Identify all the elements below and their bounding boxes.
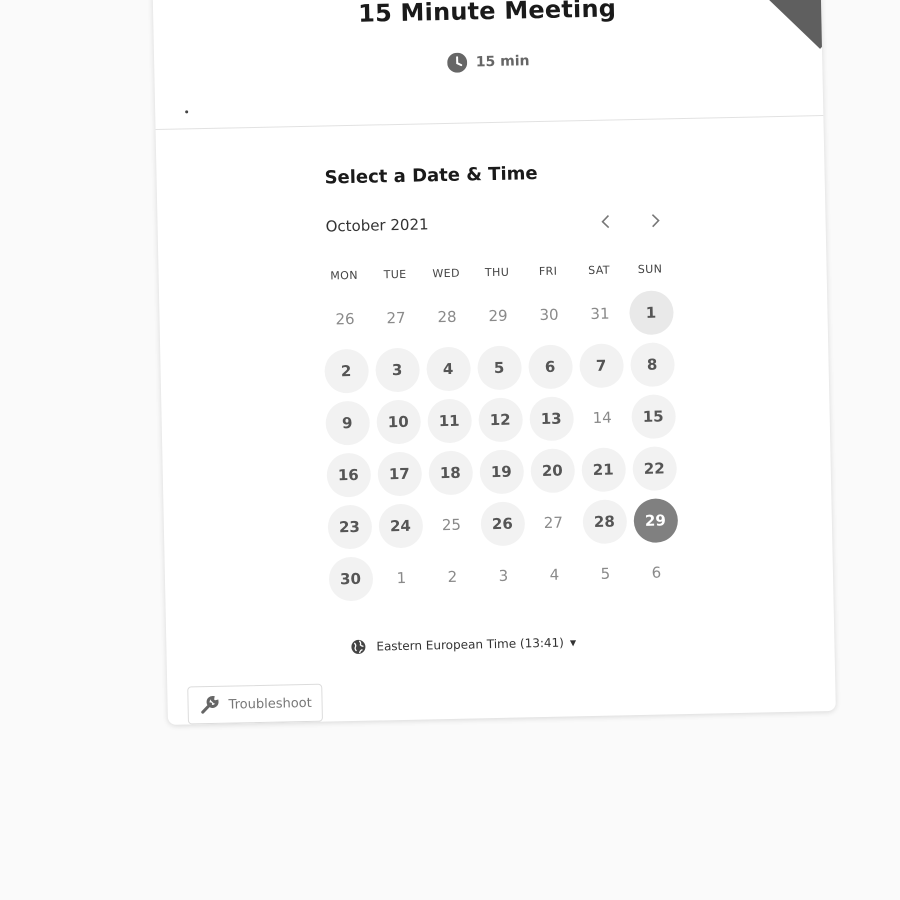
day-button[interactable]: 19	[478, 449, 524, 495]
event-duration: 15 min	[154, 45, 822, 79]
globe-icon	[351, 639, 366, 654]
chevron-right-icon	[651, 214, 660, 228]
day-button[interactable]: 4	[425, 346, 471, 392]
day-button[interactable]: 9	[324, 400, 370, 446]
day-button[interactable]: 13	[528, 396, 574, 442]
day-button[interactable]: 17	[376, 451, 422, 497]
day-button[interactable]: 21	[580, 447, 626, 493]
other-month-day: 2	[447, 567, 458, 587]
day-button[interactable]: 3	[374, 347, 420, 393]
header-divider	[155, 115, 824, 131]
day-button[interactable]: 16	[325, 452, 371, 498]
selected-day-button[interactable]: 29	[632, 498, 678, 544]
day-button[interactable]: 26	[479, 501, 525, 547]
weekday-fri: FRI	[538, 264, 558, 279]
weekday-thu: THU	[484, 265, 510, 280]
booking-card: 15 Minute Meeting 15 min Select a Date &…	[152, 0, 836, 725]
weekday-sun: SUN	[637, 262, 663, 276]
month-label: October 2021	[325, 215, 429, 236]
day-button[interactable]: 7	[578, 343, 624, 389]
day-button[interactable]: 1	[628, 290, 674, 336]
page: 15 Minute Meeting 15 min Select a Date &…	[0, 0, 900, 900]
day-button[interactable]: 24	[377, 503, 423, 549]
previous-month-button[interactable]	[593, 209, 617, 233]
day-button[interactable]: 6	[527, 344, 573, 390]
troubleshoot-button[interactable]: Troubleshoot	[187, 683, 324, 725]
weekday-header: MON TUE WED THU FRI SAT SUN	[319, 262, 679, 283]
day-button[interactable]: 23	[326, 504, 372, 550]
clock-icon	[446, 52, 467, 73]
day-button[interactable]: 10	[375, 399, 421, 445]
other-month-day: 27	[386, 308, 406, 328]
event-title: 15 Minute Meeting	[357, 0, 617, 28]
day-button[interactable]: 8	[629, 342, 675, 388]
day-button[interactable]: 15	[630, 394, 676, 440]
next-month-button[interactable]	[643, 208, 667, 232]
day-button[interactable]: 30	[328, 556, 373, 602]
month-navigation: October 2021	[325, 208, 673, 239]
other-month-day: 29	[488, 306, 508, 326]
unavailable-day: 27	[543, 513, 564, 532]
other-month-day: 5	[600, 564, 611, 583]
other-month-day: 28	[437, 307, 457, 327]
day-button[interactable]: 18	[427, 450, 473, 496]
other-month-day: 4	[549, 565, 560, 584]
weekday-sat: SAT	[588, 263, 611, 278]
timezone-selector[interactable]: Eastern European Time (13:41) ▼	[350, 634, 576, 655]
weekday-mon: MON	[330, 268, 359, 283]
day-button[interactable]: 12	[477, 397, 523, 443]
calendar-days: 26 27 28 29 30 31 1 2 3 4 5 6 7 8 9 10 11 12 13 14 15 16 17 18 1…	[319, 286, 685, 605]
timezone-label: Eastern European Time (13:41)	[376, 635, 565, 654]
other-month-day: 30	[539, 305, 559, 325]
other-month-day: 31	[590, 304, 610, 323]
day-button[interactable]: 20	[529, 448, 575, 494]
other-month-day: 3	[498, 566, 509, 585]
day-button[interactable]: 11	[426, 398, 472, 444]
other-month-day: 26	[335, 309, 355, 329]
unavailable-day: 25	[441, 515, 462, 535]
select-date-heading: Select a Date & Time	[324, 163, 538, 189]
wrench-icon	[201, 695, 219, 714]
other-month-day: 1	[396, 568, 407, 588]
duration-label: 15 min	[475, 53, 530, 71]
day-button[interactable]: 2	[323, 348, 369, 394]
unavailable-day: 14	[592, 408, 612, 427]
day-button[interactable]: 22	[631, 446, 677, 492]
caret-down-icon: ▼	[569, 637, 577, 647]
weekday-wed: WED	[432, 266, 461, 281]
day-button[interactable]: 28	[581, 499, 627, 545]
troubleshoot-label: Troubleshoot	[228, 695, 312, 713]
chevron-left-icon	[601, 215, 610, 229]
weekday-tue: TUE	[383, 267, 407, 282]
other-month-day: 6	[651, 563, 662, 582]
day-button[interactable]: 5	[476, 345, 522, 391]
description-dot	[185, 110, 189, 114]
